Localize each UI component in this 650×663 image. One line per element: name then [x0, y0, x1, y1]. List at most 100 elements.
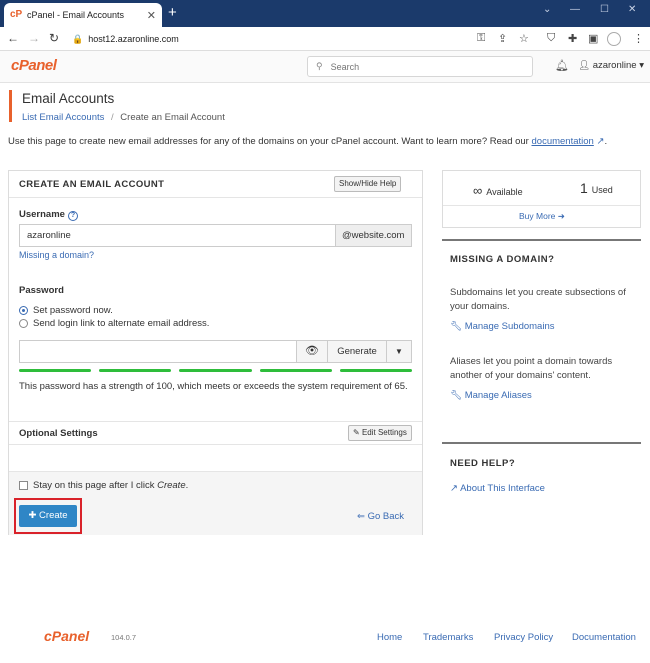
go-back-label: Go Back	[367, 511, 405, 522]
create-email-panel: CREATE AN EMAIL ACCOUNT Show/Hide Help U…	[8, 170, 423, 535]
caret-down-icon: ▾	[639, 60, 644, 71]
optional-settings-header: Optional Settings ✎ Edit Settings	[9, 421, 422, 445]
breadcrumb-separator: /	[111, 112, 114, 123]
tab-title: cPanel - Email Accounts	[27, 10, 125, 20]
radio-send-link[interactable]: Send login link to alternate email addre…	[19, 318, 209, 329]
search-box[interactable]: ⚲	[307, 56, 533, 77]
back-icon[interactable]: ←	[7, 31, 19, 45]
user-icon: 👤︎	[578, 60, 591, 71]
generate-dropdown-caret-icon[interactable]: ▼	[386, 341, 411, 362]
manage-subdomains-link[interactable]: 🔧︎ Manage Subdomains	[450, 321, 555, 332]
strength-segment	[259, 369, 332, 372]
username-input-group: azaronline @website.com	[19, 224, 412, 247]
lock-icon: 🔒	[72, 33, 84, 44]
browser-tab-bar: cP cPanel - Email Accounts ✕ + ⌄ — ☐ ✕	[0, 0, 650, 27]
sidebar-icon[interactable]: ▣	[588, 32, 598, 45]
buy-more-label: Buy More	[519, 211, 556, 221]
aliases-text: Aliases let you point a domain towards a…	[450, 356, 613, 381]
go-back-link[interactable]: ⇐ Go Back	[357, 511, 404, 522]
missing-domain-heading: MISSING A DOMAIN?	[450, 254, 555, 265]
maximize-icon[interactable]: ☐	[600, 4, 609, 15]
missing-domain-link[interactable]: Missing a domain?	[19, 250, 94, 260]
edit-settings-button[interactable]: ✎ Edit Settings	[348, 425, 412, 441]
stay-on-page-label: Stay on this page after I click Create.	[33, 480, 188, 491]
used-stat: 1 Used	[580, 180, 613, 196]
external-link-icon: ↗	[450, 483, 458, 494]
strength-segment	[19, 369, 92, 372]
cpanel-logo[interactable]: cPanel	[11, 57, 57, 74]
user-menu[interactable]: 👤︎ azaronline ▾	[578, 60, 644, 71]
subdomains-text: Subdomains let you create subsections of…	[450, 287, 626, 312]
footer-link-home[interactable]: Home	[377, 632, 402, 643]
url-field[interactable]: 🔒 host12.azaronline.com	[72, 30, 188, 48]
radio-unselected[interactable]	[19, 319, 28, 328]
create-label: Create	[39, 510, 68, 521]
available-value: ∞	[473, 183, 483, 198]
used-label: Used	[591, 185, 613, 195]
password-input-group: 👁︎ Generate ▼	[19, 340, 412, 363]
eye-icon[interactable]: 👁︎	[296, 341, 327, 362]
manage-aliases-label: Manage Aliases	[464, 390, 532, 401]
panel-title: CREATE AN EMAIL ACCOUNT	[19, 179, 165, 190]
reload-icon[interactable]: ↻	[49, 31, 59, 45]
footer-link-documentation[interactable]: Documentation	[572, 632, 636, 643]
forward-icon[interactable]: →	[28, 31, 40, 45]
bell-icon[interactable]: 🔔︎	[555, 59, 569, 72]
radio-send-link-label: Send login link to alternate email addre…	[33, 318, 210, 329]
user-name: azaronline	[592, 60, 637, 71]
new-tab-icon[interactable]: +	[168, 3, 177, 23]
profile-avatar[interactable]	[607, 32, 621, 46]
minimize-icon[interactable]: —	[570, 4, 580, 15]
radio-selected[interactable]	[19, 306, 28, 315]
address-bar: ← → ↻ 🔒 host12.azaronline.com ⚿ ⇪ ☆ ⛉ ✚ …	[0, 27, 650, 51]
strength-text: This password has a strength of 100, whi…	[19, 381, 408, 392]
close-icon[interactable]: ✕	[147, 9, 156, 22]
checkbox[interactable]	[19, 481, 28, 490]
share-icon[interactable]: ⇪	[498, 32, 507, 45]
optional-settings-label: Optional Settings	[19, 428, 98, 439]
window-close-icon[interactable]: ✕	[628, 4, 636, 15]
documentation-link[interactable]: documentation	[532, 136, 594, 147]
footer-link-privacy[interactable]: Privacy Policy	[494, 632, 553, 643]
chevron-down-icon[interactable]: ⌄	[543, 4, 551, 15]
about-interface-label: About This Interface	[460, 483, 545, 494]
stats-row: ∞ Available 1 Used	[443, 171, 640, 206]
intro-text: Use this page to create new email addres…	[8, 136, 648, 147]
create-button[interactable]: ✚ Create	[19, 505, 77, 527]
footer-link-trademarks[interactable]: Trademarks	[423, 632, 473, 643]
used-value: 1	[580, 180, 588, 196]
stay-on-page-checkbox[interactable]: Stay on this page after I click Create.	[19, 480, 188, 491]
divider	[442, 442, 641, 444]
username-label-text: Username	[19, 209, 65, 220]
about-interface-link[interactable]: ↗ About This Interface	[450, 483, 545, 494]
search-input[interactable]	[330, 61, 511, 72]
breadcrumb-list-email-accounts[interactable]: List Email Accounts	[22, 112, 104, 123]
strength-segment	[179, 369, 252, 372]
footer-cpanel-logo: cPanel	[44, 628, 90, 644]
key-icon[interactable]: ⚿	[477, 32, 485, 45]
password-label: Password	[19, 285, 64, 296]
manage-aliases-link[interactable]: 🔧︎ Manage Aliases	[450, 390, 532, 401]
title-accent-bar	[9, 90, 12, 122]
radio-set-password[interactable]: Set password now.	[19, 305, 113, 316]
buy-more-link[interactable]: Buy More ➜	[519, 211, 565, 222]
shield-icon[interactable]: ⛉	[547, 32, 555, 45]
footer-version: 104.0.7	[111, 633, 137, 642]
cpanel-favicon-icon: cP	[10, 9, 23, 20]
strength-segment	[99, 369, 172, 372]
account-stats: ∞ Available 1 Used Buy More ➜	[442, 170, 641, 228]
show-hide-help-button[interactable]: Show/Hide Help	[334, 176, 402, 192]
username-field[interactable]: azaronline	[20, 225, 335, 246]
generate-button[interactable]: Generate	[327, 341, 386, 362]
star-icon[interactable]: ☆	[519, 32, 529, 45]
more-menu-icon[interactable]: ⋮	[633, 32, 644, 45]
password-field[interactable]	[20, 341, 296, 362]
url-text: host12.azaronline.com	[88, 34, 179, 44]
strength-segment	[339, 369, 413, 372]
browser-tab[interactable]: cP cPanel - Email Accounts ✕	[4, 3, 162, 27]
extensions-icon[interactable]: ✚	[568, 32, 577, 45]
help-icon[interactable]: ?	[67, 211, 78, 221]
plus-icon: ✚	[28, 510, 37, 521]
domain-select[interactable]: @website.com	[335, 225, 411, 246]
manage-subdomains-label: Manage Subdomains	[464, 321, 555, 332]
